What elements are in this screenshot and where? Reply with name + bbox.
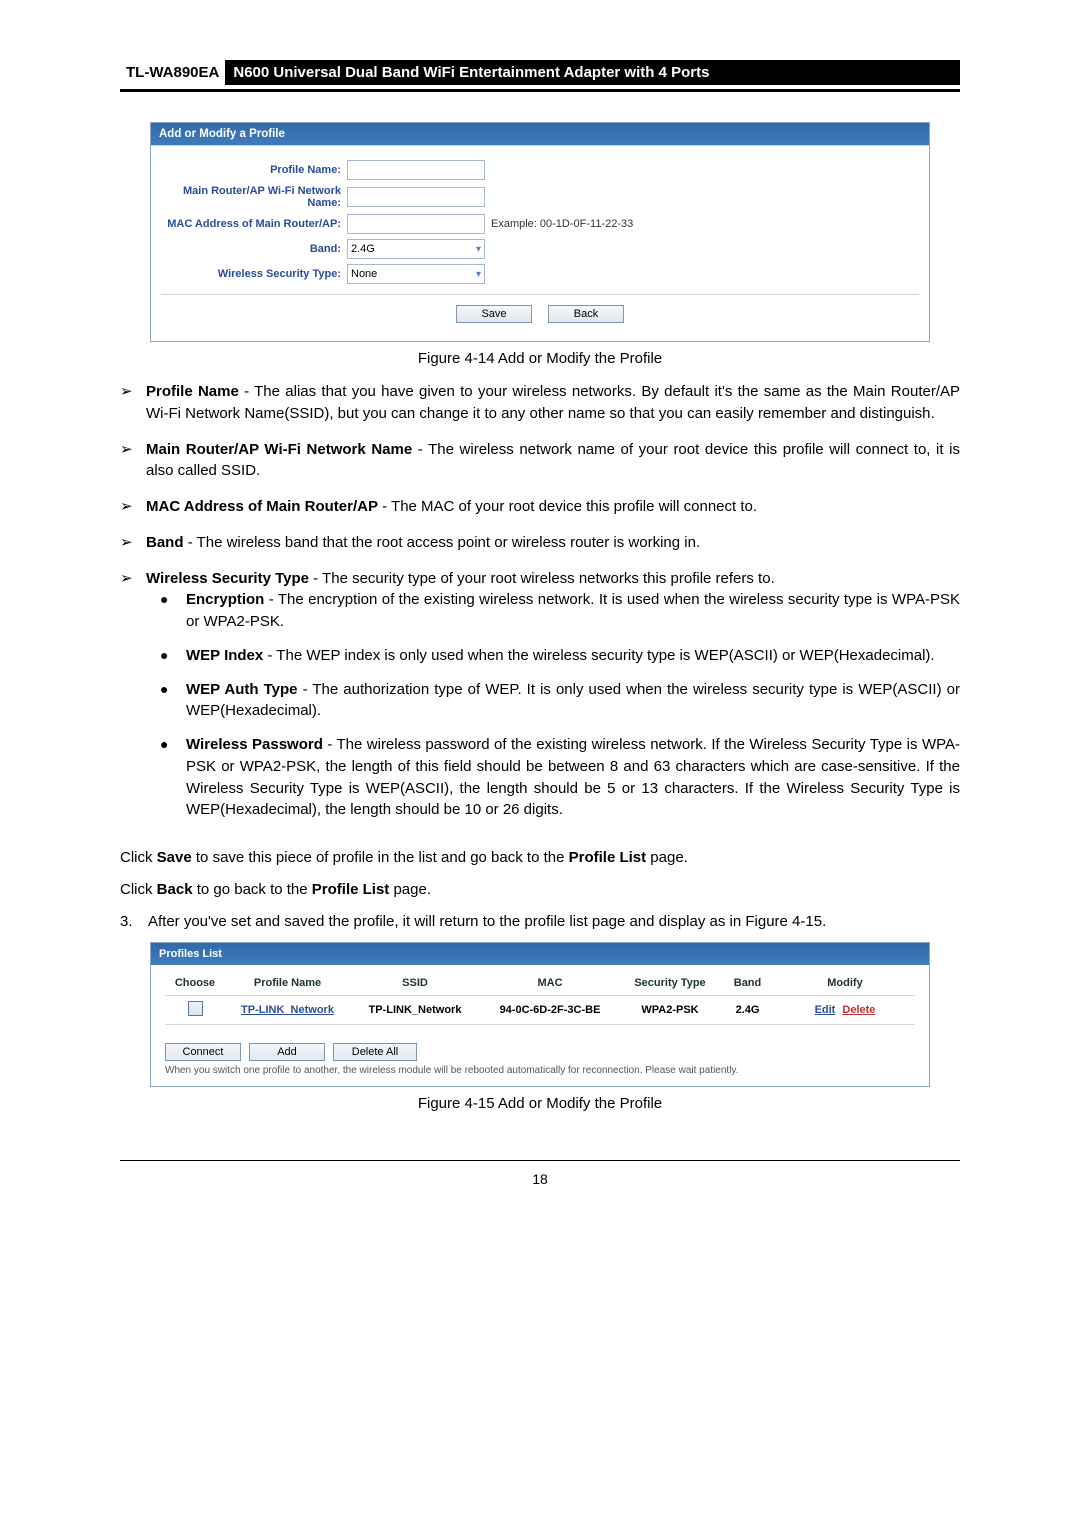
- table-header: Choose Profile Name SSID MAC Security Ty…: [165, 977, 915, 996]
- arrow-icon: ➢: [120, 568, 146, 590]
- label-network-name: Main Router/AP Wi-Fi Network Name:: [161, 185, 347, 209]
- profiles-list-panel: Profiles List Choose Profile Name SSID M…: [150, 942, 930, 1087]
- col-profile-name: Profile Name: [225, 977, 350, 989]
- row-security: WPA2-PSK: [620, 1004, 720, 1016]
- row-band: 2.4G: [720, 1004, 775, 1016]
- profiles-list-title: Profiles List: [151, 943, 929, 965]
- list-item: WEP Auth Type - The authorization type o…: [186, 679, 960, 723]
- row-checkbox[interactable]: [188, 1001, 203, 1016]
- label-security: Wireless Security Type:: [161, 268, 347, 280]
- arrow-icon: ➢: [120, 532, 146, 554]
- figure-caption-14: Figure 4-14 Add or Modify the Profile: [120, 350, 960, 367]
- select-band-value: 2.4G: [351, 243, 375, 255]
- row-ssid: TP-LINK_Network: [350, 1004, 480, 1016]
- header-model: TL-WA890EA: [120, 60, 225, 85]
- arrow-icon: ➢: [120, 439, 146, 483]
- col-choose: Choose: [165, 977, 225, 989]
- sub-feature-list: ● Encryption - The encryption of the exi…: [160, 589, 960, 833]
- list-item: MAC Address of Main Router/AP - The MAC …: [146, 496, 960, 518]
- list-item: Wireless Password - The wireless passwor…: [186, 734, 960, 821]
- page-number: 18: [120, 1160, 960, 1187]
- col-band: Band: [720, 977, 775, 989]
- col-ssid: SSID: [350, 977, 480, 989]
- bullet-icon: ●: [160, 734, 186, 821]
- row-profile-name[interactable]: TP-LINK_Network: [225, 1004, 350, 1016]
- figure-caption-15: Figure 4-15 Add or Modify the Profile: [120, 1095, 960, 1112]
- label-profile-name: Profile Name:: [161, 164, 347, 176]
- arrow-icon: ➢: [120, 381, 146, 425]
- list-item: Encryption - The encryption of the exist…: [186, 589, 960, 633]
- step-3: 3. After you've set and saved the profil…: [120, 911, 960, 933]
- row-mac: 94-0C-6D-2F-3C-BE: [480, 1004, 620, 1016]
- list-item: WEP Index - The WEP index is only used w…: [186, 645, 960, 667]
- table-row: TP-LINK_Network TP-LINK_Network 94-0C-6D…: [165, 996, 915, 1025]
- feature-list: ➢ Profile Name - The alias that you have…: [120, 381, 960, 833]
- profiles-list-note: When you switch one profile to another, …: [165, 1065, 915, 1076]
- list-item: Wireless Security Type - The security ty…: [146, 568, 960, 590]
- chevron-down-icon: ▾: [476, 269, 481, 280]
- add-button[interactable]: Add: [249, 1043, 325, 1061]
- bullet-icon: ●: [160, 679, 186, 723]
- list-item: Band - The wireless band that the root a…: [146, 532, 960, 554]
- back-button[interactable]: Back: [548, 305, 624, 323]
- back-instruction: Click Back to go back to the Profile Lis…: [120, 879, 960, 901]
- col-security: Security Type: [620, 977, 720, 989]
- panel-title: Add or Modify a Profile: [151, 123, 929, 145]
- select-security-value: None: [351, 268, 377, 280]
- edit-link[interactable]: Edit: [815, 1004, 836, 1016]
- save-button[interactable]: Save: [456, 305, 532, 323]
- col-modify: Modify: [775, 977, 915, 989]
- col-mac: MAC: [480, 977, 620, 989]
- mac-hint: Example: 00-1D-0F-11-22-33: [491, 218, 633, 230]
- list-item: Main Router/AP Wi-Fi Network Name - The …: [146, 439, 960, 483]
- input-network-name[interactable]: [347, 187, 485, 207]
- label-band: Band:: [161, 243, 347, 255]
- delete-link[interactable]: Delete: [842, 1004, 875, 1016]
- delete-all-button[interactable]: Delete All: [333, 1043, 417, 1061]
- step-text: After you've set and saved the profile, …: [148, 911, 960, 933]
- list-item: Profile Name - The alias that you have g…: [146, 381, 960, 425]
- connect-button[interactable]: Connect: [165, 1043, 241, 1061]
- chevron-down-icon: ▾: [476, 244, 481, 255]
- select-security[interactable]: None ▾: [347, 264, 485, 284]
- arrow-icon: ➢: [120, 496, 146, 518]
- profile-panel: Add or Modify a Profile Profile Name: Ma…: [150, 122, 930, 342]
- select-band[interactable]: 2.4G ▾: [347, 239, 485, 259]
- save-instruction: Click Save to save this piece of profile…: [120, 847, 960, 869]
- input-profile-name[interactable]: [347, 160, 485, 180]
- bullet-icon: ●: [160, 645, 186, 667]
- input-mac[interactable]: [347, 214, 485, 234]
- header-title: N600 Universal Dual Band WiFi Entertainm…: [225, 60, 960, 85]
- bullet-icon: ●: [160, 589, 186, 633]
- step-number: 3.: [120, 911, 148, 933]
- label-mac: MAC Address of Main Router/AP:: [161, 218, 347, 230]
- page-header: TL-WA890EA N600 Universal Dual Band WiFi…: [120, 60, 960, 92]
